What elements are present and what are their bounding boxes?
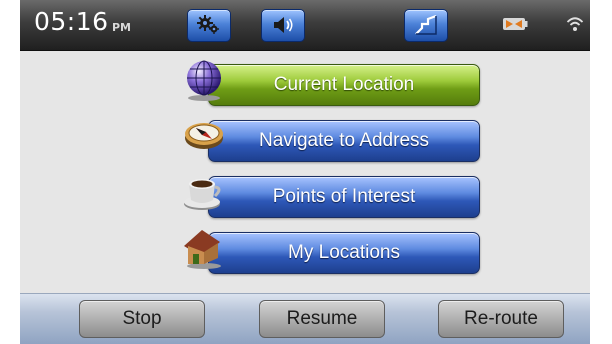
status-bar: 05:16 PM xyxy=(20,0,590,51)
battery-icon xyxy=(503,18,528,30)
my-locations-button[interactable]: My Locations xyxy=(208,232,480,274)
points-of-interest-button[interactable]: Points of Interest xyxy=(208,176,480,218)
map-icon xyxy=(415,14,437,35)
current-location-button[interactable]: Current Location xyxy=(208,64,480,106)
map-view-button[interactable] xyxy=(404,9,448,42)
clock-time: 05:16 xyxy=(34,7,109,36)
reroute-button[interactable]: Re-route xyxy=(438,300,564,338)
main-menu: Current Location Navigate to Address Poi… xyxy=(20,51,590,293)
menu-item-my-locations[interactable]: My Locations xyxy=(182,226,482,276)
stop-button[interactable]: Stop xyxy=(79,300,205,338)
speaker-icon xyxy=(274,17,293,33)
menu-item-current-location[interactable]: Current Location xyxy=(182,58,482,108)
coffee-cup-icon xyxy=(184,179,221,210)
gps-screen: 05:16 PM Current Location Navigate to Ad… xyxy=(20,0,590,344)
wifi-icon xyxy=(566,17,584,31)
gear-icon xyxy=(197,15,219,34)
menu-item-navigate-to-address[interactable]: Navigate to Address xyxy=(182,114,482,164)
globe-icon xyxy=(187,60,221,101)
compass-icon xyxy=(185,123,223,149)
menu-item-points-of-interest[interactable]: Points of Interest xyxy=(182,170,482,220)
resume-button[interactable]: Resume xyxy=(259,300,385,338)
volume-button[interactable] xyxy=(261,9,305,42)
settings-button[interactable] xyxy=(187,9,231,42)
clock-ampm: PM xyxy=(112,21,132,34)
navigate-to-address-button[interactable]: Navigate to Address xyxy=(208,120,480,162)
house-icon xyxy=(184,230,221,269)
bottom-toolbar: Stop Resume Re-route xyxy=(20,293,590,344)
